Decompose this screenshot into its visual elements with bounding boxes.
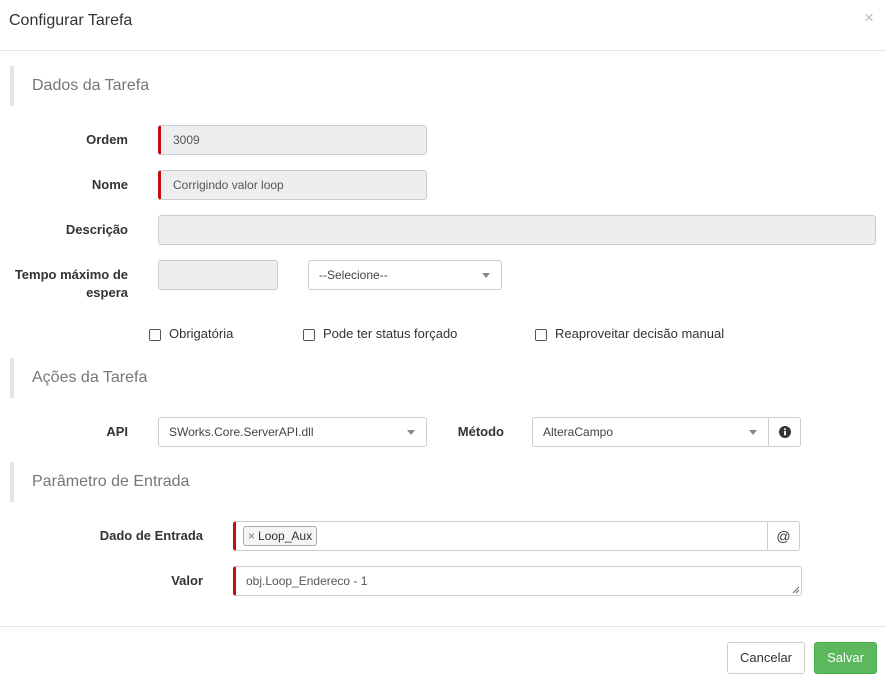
- valor-text: obj.Loop_Endereco - 1: [246, 574, 368, 588]
- cancel-button[interactable]: Cancelar: [727, 642, 805, 674]
- at-icon: @: [776, 528, 791, 544]
- metodo-label: Método: [457, 424, 504, 439]
- section-parametro-entrada: Parâmetro de Entrada: [10, 462, 876, 502]
- status-forcado-checkbox[interactable]: [303, 329, 315, 341]
- status-forcado-label: Pode ter status forçado: [323, 326, 458, 341]
- tempo-label-line1: Tempo máximo de: [14, 267, 128, 282]
- tempo-unit-value: --Selecione--: [319, 268, 388, 282]
- chevron-down-icon: [749, 430, 757, 435]
- section-dados-tarefa: Dados da Tarefa: [10, 66, 876, 106]
- footer-divider: [0, 626, 886, 627]
- tag-chip: × Loop_Aux: [243, 526, 318, 546]
- tag-label: Loop_Aux: [258, 529, 313, 543]
- at-button[interactable]: @: [767, 521, 800, 551]
- header-divider: [0, 50, 886, 51]
- metodo-select[interactable]: AlteraCampo: [532, 417, 769, 447]
- info-button[interactable]: [768, 417, 801, 447]
- section-title: Ações da Tarefa: [32, 369, 148, 386]
- tag-remove-icon[interactable]: ×: [248, 529, 255, 543]
- reaproveitar-checkbox[interactable]: [535, 329, 547, 341]
- api-select[interactable]: SWorks.Core.ServerAPI.dll: [158, 417, 427, 447]
- ordem-field[interactable]: 3009: [158, 125, 427, 155]
- obrigatoria-checkbox[interactable]: [149, 329, 161, 341]
- valor-textarea[interactable]: obj.Loop_Endereco - 1: [233, 566, 802, 596]
- ordem-label: Ordem: [86, 132, 128, 147]
- nome-field[interactable]: Corrigindo valor loop: [158, 170, 427, 200]
- tempo-unit-select[interactable]: --Selecione--: [308, 260, 502, 290]
- obrigatoria-label: Obrigatória: [169, 326, 234, 341]
- close-icon[interactable]: ×: [864, 8, 874, 28]
- tempo-label-line2: espera: [86, 285, 128, 300]
- tempo-label: Tempo máximo de espera: [8, 266, 128, 302]
- section-acoes-tarefa: Ações da Tarefa: [10, 358, 876, 398]
- nome-label: Nome: [91, 177, 128, 192]
- chevron-down-icon: [482, 273, 490, 278]
- dado-entrada-label: Dado de Entrada: [99, 528, 203, 543]
- chevron-down-icon: [407, 430, 415, 435]
- metodo-value: AlteraCampo: [543, 425, 614, 439]
- reaproveitar-label: Reaproveitar decisão manual: [555, 326, 725, 341]
- api-label: API: [106, 424, 128, 439]
- descricao-label: Descrição: [65, 222, 128, 237]
- resize-handle-icon[interactable]: [792, 586, 800, 594]
- modal-title: Configurar Tarefa: [9, 12, 133, 29]
- save-button[interactable]: Salvar: [814, 642, 877, 674]
- dado-entrada-field[interactable]: × Loop_Aux: [233, 521, 768, 551]
- info-icon: [778, 426, 791, 438]
- tempo-field[interactable]: [158, 260, 278, 290]
- section-title: Dados da Tarefa: [32, 77, 150, 94]
- valor-label: Valor: [171, 573, 203, 588]
- descricao-field[interactable]: [158, 215, 876, 245]
- api-value: SWorks.Core.ServerAPI.dll: [169, 425, 314, 439]
- section-title: Parâmetro de Entrada: [32, 473, 190, 490]
